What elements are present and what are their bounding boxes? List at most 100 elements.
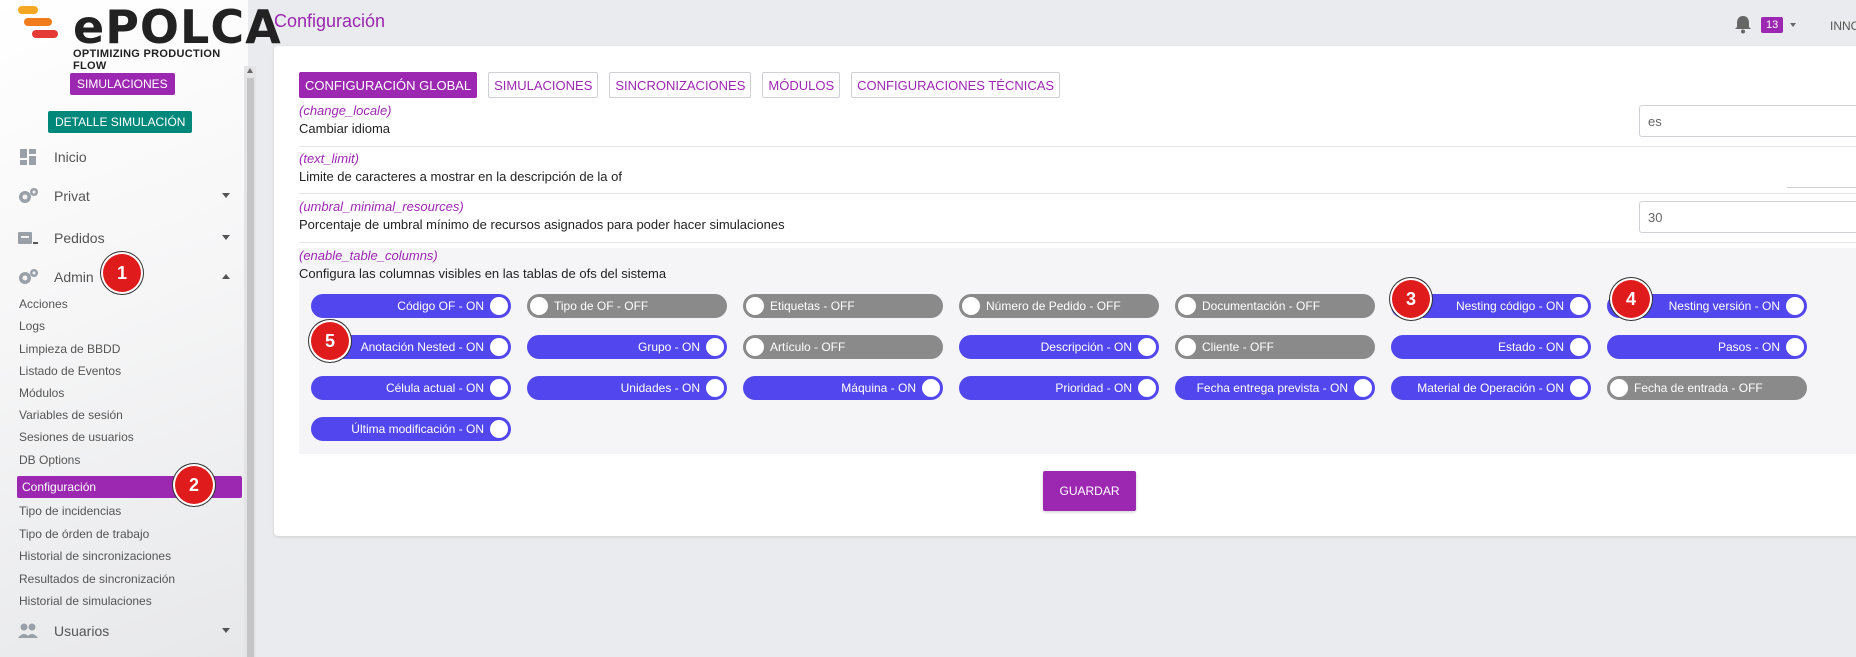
- toggle-label: Anotación Nested - ON: [360, 340, 484, 354]
- sidebar-subitem-db-options[interactable]: DB Options: [19, 453, 80, 467]
- scroll-up-arrow-icon[interactable]: [247, 68, 253, 73]
- sidebar-subitem-limpieza-bbdd[interactable]: Limpieza de BBDD: [19, 342, 120, 356]
- config-tabs: CONFIGURACIÓN GLOBAL SIMULACIONES SINCRO…: [299, 72, 1061, 98]
- setting-key: (umbral_minimal_resources): [299, 199, 464, 214]
- bell-icon[interactable]: [1733, 14, 1753, 34]
- toggle-knob: [746, 338, 764, 356]
- simulaciones-button[interactable]: SIMULACIONES: [70, 73, 175, 95]
- column-toggle[interactable]: Máquina - ON: [743, 376, 943, 400]
- column-toggle[interactable]: Número de Pedido - OFF: [959, 294, 1159, 318]
- logo-tagline: OPTIMIZING PRODUCTION FLOW: [73, 48, 221, 72]
- notifications-count-badge[interactable]: 13: [1761, 17, 1784, 33]
- locale-select[interactable]: es ▾: [1639, 105, 1856, 137]
- column-toggle[interactable]: Documentación - OFF: [1175, 294, 1375, 318]
- tab-simulaciones[interactable]: SIMULACIONES: [488, 72, 599, 98]
- column-toggle[interactable]: Célula actual - ON: [311, 376, 511, 400]
- column-toggle[interactable]: Estado - ON: [1391, 335, 1591, 359]
- annotation-marker: 1: [103, 254, 141, 292]
- column-toggle[interactable]: Descripción - ON: [959, 335, 1159, 359]
- save-button[interactable]: GUARDAR: [1043, 471, 1136, 511]
- epolca-logo[interactable]: ePOLCA OPTIMIZING PRODUCTION FLOW: [18, 0, 281, 72]
- column-toggle[interactable]: Grupo - ON: [527, 335, 727, 359]
- tab-configuracion-global[interactable]: CONFIGURACIÓN GLOBAL: [299, 72, 478, 98]
- sidebar-item-label: Inicio: [54, 149, 87, 165]
- logo-wordmark: ePOLCA: [73, 0, 282, 54]
- toggle-knob: [1138, 379, 1156, 397]
- sidebar-item-privat[interactable]: Privat: [0, 178, 240, 214]
- sidebar-subitem-tipo-incidencias[interactable]: Tipo de incidencias: [19, 504, 121, 518]
- toggle-knob: [1354, 379, 1372, 397]
- sidebar-item-inicio[interactable]: Inicio: [0, 139, 240, 175]
- logo-bar-icon: [32, 30, 58, 38]
- toggle-knob: [1178, 338, 1196, 356]
- sidebar-scrollbar-thumb[interactable]: [247, 78, 254, 657]
- sidebar-subitem-listado-eventos[interactable]: Listado de Eventos: [19, 364, 121, 378]
- user-menu[interactable]: INNO: [1830, 19, 1856, 33]
- umbral-select[interactable]: 30 ▾: [1639, 201, 1856, 233]
- sidebar-subitem-sesiones-usuarios[interactable]: Sesiones de usuarios: [19, 430, 134, 444]
- select-value: es: [1648, 114, 1662, 129]
- toggle-label: Tipo de OF - OFF: [554, 299, 649, 313]
- toggle-label: Artículo - OFF: [770, 340, 846, 354]
- toggle-label: Documentación - OFF: [1202, 299, 1321, 313]
- toggle-label: Última modificación - ON: [351, 422, 484, 436]
- users-icon: [16, 621, 40, 641]
- toggle-knob: [490, 338, 508, 356]
- sidebar-subitem-historial-sincronizaciones[interactable]: Historial de sincronizaciones: [19, 549, 171, 563]
- toggle-knob: [1138, 338, 1156, 356]
- toggle-label: Estado - ON: [1497, 340, 1564, 354]
- setting-description: Porcentaje de umbral mínimo de recursos …: [299, 217, 785, 232]
- sidebar-subitem-tipo-orden-trabajo[interactable]: Tipo de órden de trabajo: [19, 527, 149, 541]
- sidebar-item-usuarios[interactable]: Usuarios: [0, 613, 240, 649]
- column-toggle[interactable]: Última modificación - ON: [311, 417, 511, 441]
- column-toggle[interactable]: Cliente - OFF: [1175, 335, 1375, 359]
- detalle-simulacion-button[interactable]: DETALLE SIMULACIÓN: [48, 111, 193, 133]
- toggle-knob: [1570, 379, 1588, 397]
- setting-description: Limite de caracteres a mostrar en la des…: [299, 169, 622, 184]
- toggle-knob: [746, 297, 764, 315]
- column-toggle[interactable]: Artículo - OFF: [743, 335, 943, 359]
- column-toggle[interactable]: Prioridad - ON: [959, 376, 1159, 400]
- orders-icon: [16, 228, 40, 248]
- annotation-marker: 5: [311, 322, 349, 360]
- toggle-knob: [922, 379, 940, 397]
- column-toggle[interactable]: Código OF - ON: [311, 294, 511, 318]
- sidebar-subitem-acciones[interactable]: Acciones: [19, 297, 68, 311]
- column-toggle[interactable]: Etiquetas - OFF: [743, 294, 943, 318]
- toggle-knob: [530, 297, 548, 315]
- chevron-down-icon[interactable]: [1790, 23, 1796, 27]
- toggle-knob: [1786, 338, 1804, 356]
- column-toggle[interactable]: Material de Operación - ON: [1391, 376, 1591, 400]
- chevron-down-icon: [222, 628, 230, 633]
- setting-row-text-limit: (text_limit) Limite de caracteres a most…: [299, 151, 1856, 194]
- toggle-knob: [1178, 297, 1196, 315]
- tab-sincronizaciones[interactable]: SINCRONIZACIONES: [609, 72, 752, 98]
- text-limit-input[interactable]: 10: [1787, 156, 1856, 188]
- column-toggle[interactable]: Fecha entrega prevista - ON: [1175, 376, 1375, 400]
- sidebar-subitem-logs[interactable]: Logs: [19, 319, 45, 333]
- column-toggle[interactable]: Fecha de entrada - OFF: [1607, 376, 1807, 400]
- column-toggle[interactable]: Tipo de OF - OFF: [527, 294, 727, 318]
- toggle-knob: [706, 338, 724, 356]
- dashboard-icon: [16, 147, 40, 167]
- toggle-label: Descripción - ON: [1040, 340, 1132, 354]
- setting-key: (text_limit): [299, 151, 359, 166]
- toggle-label: Fecha de entrada - OFF: [1634, 381, 1763, 395]
- gears-icon: [16, 267, 40, 287]
- setting-row-change-locale: (change_locale) Cambiar idioma es ▾: [299, 103, 1856, 147]
- sidebar-subitem-historial-simulaciones[interactable]: Historial de simulaciones: [19, 594, 152, 608]
- column-toggle[interactable]: Pasos - ON: [1607, 335, 1807, 359]
- tab-modulos[interactable]: MÓDULOS: [762, 72, 841, 98]
- sidebar-item-pedidos[interactable]: Pedidos: [0, 220, 240, 256]
- toggle-label: Nesting versión - ON: [1668, 299, 1780, 313]
- chevron-down-icon: [222, 235, 230, 240]
- sidebar-subitem-modulos[interactable]: Módulos: [19, 386, 64, 400]
- toggle-label: Cliente - OFF: [1202, 340, 1275, 354]
- tab-configuraciones-tecnicas[interactable]: CONFIGURACIONES TÉCNICAS: [851, 72, 1061, 98]
- annotation-marker: 4: [1612, 280, 1650, 318]
- sidebar-subitem-resultados-sincronizacion[interactable]: Resultados de sincronización: [19, 572, 175, 586]
- column-toggle[interactable]: Unidades - ON: [527, 376, 727, 400]
- setting-key: (enable_table_columns): [299, 248, 438, 263]
- sidebar-subitem-variables-sesion[interactable]: Variables de sesión: [19, 408, 123, 422]
- sidebar-item-label: Privat: [54, 188, 90, 204]
